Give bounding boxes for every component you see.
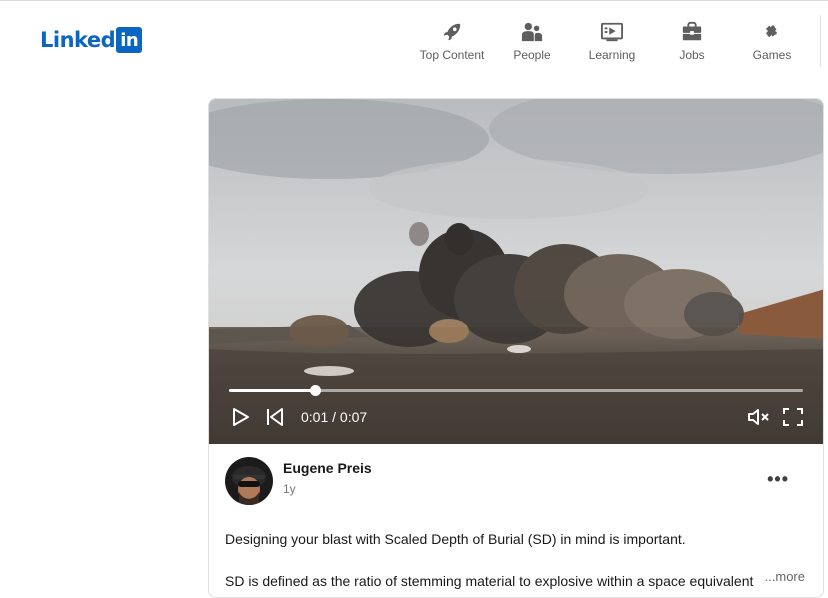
video-frame (209, 99, 823, 444)
muted-speaker-icon (748, 409, 769, 425)
header-divider (820, 15, 821, 67)
logo-in-box: in (116, 27, 143, 53)
puzzle-icon (765, 25, 777, 37)
post-card: 0:01 / 0:07 Eugene Preis 1y ••• Designin… (208, 98, 824, 598)
rocket-icon (443, 23, 461, 41)
top-nav: Top Content People Learning Jobs Games (412, 21, 812, 62)
author-name[interactable]: Eugene Preis (283, 460, 372, 476)
nav-label: People (513, 48, 551, 62)
play-icon (233, 408, 249, 426)
learning-icon (601, 22, 623, 42)
nav-label: Games (752, 48, 792, 62)
nav-top-content[interactable]: Top Content (412, 21, 492, 62)
see-more-link[interactable]: ...more (765, 569, 805, 584)
video-progress-bar[interactable] (229, 385, 803, 396)
nav-people[interactable]: People (492, 21, 572, 62)
post-timestamp: 1y (283, 482, 296, 496)
post-author[interactable]: Eugene Preis 1y (225, 457, 372, 505)
nav-label: Learning (588, 48, 636, 62)
post-paragraph: SD is defined as the ratio of stemming m… (225, 573, 754, 589)
nav-learning[interactable]: Learning (572, 21, 652, 62)
video-player[interactable]: 0:01 / 0:07 (209, 99, 823, 444)
logo-text: Linked (40, 28, 116, 52)
play-button[interactable] (231, 407, 251, 432)
mute-button[interactable] (747, 407, 771, 432)
video-time: 0:01 / 0:07 (301, 409, 368, 425)
nav-label: Top Content (419, 48, 485, 62)
restart-button[interactable] (265, 407, 285, 432)
post-body: Designing your blast with Scaled Depth o… (225, 529, 805, 597)
post-paragraph: Designing your blast with Scaled Depth o… (225, 531, 686, 547)
nav-label: Jobs (679, 48, 705, 62)
video-progress-fill (229, 389, 316, 392)
skip-back-icon (267, 408, 283, 426)
fullscreen-button[interactable] (783, 408, 803, 431)
fullscreen-icon (783, 408, 803, 426)
linkedin-logo[interactable]: Linked in (40, 27, 143, 53)
avatar[interactable] (225, 457, 273, 505)
people-icon (521, 22, 543, 42)
nav-games[interactable]: Games (732, 21, 812, 62)
more-options-button[interactable]: ••• (767, 469, 789, 490)
header: Linked in Top Content People Learning Jo… (0, 1, 828, 67)
briefcase-icon (682, 21, 702, 41)
nav-jobs[interactable]: Jobs (652, 21, 732, 62)
